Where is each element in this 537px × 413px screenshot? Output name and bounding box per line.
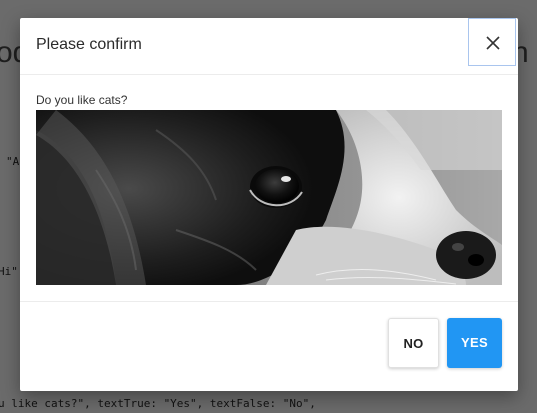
- background-code-line: Hi": [0, 265, 18, 278]
- background-code-line: "A: [6, 155, 20, 168]
- close-icon: [486, 36, 500, 50]
- dialog-header: Please confirm: [20, 18, 518, 75]
- dialog-body: Do you like cats?: [20, 75, 518, 302]
- confirm-dialog: Please confirm Do you like cats? NO YES: [20, 18, 518, 391]
- dialog-footer: NO YES: [20, 302, 518, 391]
- dialog-title: Please confirm: [36, 36, 142, 53]
- yes-button[interactable]: YES: [447, 318, 502, 368]
- dialog-message: Do you like cats?: [36, 93, 128, 107]
- close-button[interactable]: [468, 18, 516, 66]
- dog-photo: [36, 110, 502, 285]
- no-button[interactable]: NO: [388, 318, 439, 368]
- background-code-line: u like cats?", textTrue: "Yes", textFals…: [0, 397, 316, 410]
- dog-photo-image: [36, 110, 502, 285]
